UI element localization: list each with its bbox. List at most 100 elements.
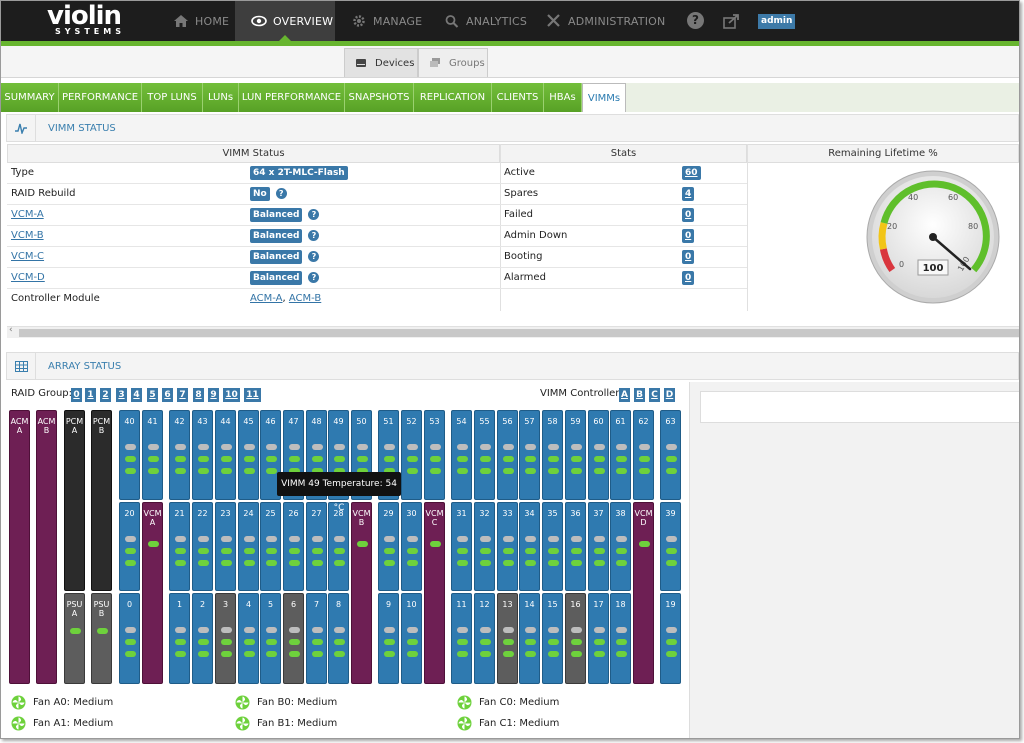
vimm-slot-24[interactable]: 24 (238, 502, 259, 591)
vcm-b-module[interactable]: VCM B (351, 502, 372, 684)
help-icon[interactable]: ? (308, 250, 320, 262)
tab-lun-performance[interactable]: LUN PERFORMANCE (239, 83, 345, 112)
vimm-slot-3[interactable]: 3 (215, 593, 236, 684)
vimm-slot-15[interactable]: 15 (542, 593, 563, 684)
violin-logo[interactable]: violin SYSTEMS (47, 3, 137, 38)
raid-group-9-button[interactable]: 9 (208, 388, 219, 402)
vimm-slot-12[interactable]: 12 (474, 593, 495, 684)
vimm-slot-26[interactable]: 26 (283, 502, 304, 591)
vimm-slot-14[interactable]: 14 (519, 593, 540, 684)
failed-count-link[interactable]: 0 (682, 208, 695, 222)
vimm-slot-6[interactable]: 6 (283, 593, 304, 684)
vimm-slot-25[interactable]: 25 (260, 502, 281, 591)
vimm-slot-33[interactable]: 33 (497, 502, 518, 591)
vcm-c-link[interactable]: VCM-C (11, 251, 44, 262)
user-menu[interactable]: admin (758, 14, 796, 29)
tab-replication[interactable]: REPLICATION (414, 83, 492, 112)
vimm-slot-54[interactable]: 54 (451, 410, 472, 500)
vimm-slot-43[interactable]: 43 (192, 410, 213, 500)
acm-a-module[interactable]: ACM A (9, 410, 30, 684)
help-icon[interactable]: ? (275, 187, 287, 199)
vcm-d-module[interactable]: VCM D (633, 502, 654, 684)
vimm-slot-21[interactable]: 21 (169, 502, 190, 591)
vimm-slot-22[interactable]: 22 (192, 502, 213, 591)
vcm-b-link[interactable]: VCM-B (11, 230, 44, 241)
vimm-slot-59[interactable]: 59 (565, 410, 586, 500)
vimm-slot-42[interactable]: 42 (169, 410, 190, 500)
vimm-slot-29[interactable]: 29 (378, 502, 399, 591)
raid-group-4-button[interactable]: 4 (131, 388, 142, 402)
vimm-slot-0[interactable]: 0 (119, 593, 140, 684)
vimm-slot-2[interactable]: 2 (192, 593, 213, 684)
help-icon[interactable]: ? (308, 229, 320, 241)
vimm-slot-13[interactable]: 13 (497, 593, 518, 684)
vimm-slot-35[interactable]: 35 (542, 502, 563, 591)
vimm-controller-c-button[interactable]: C (649, 388, 660, 402)
vimm-slot-27[interactable]: 27 (306, 502, 327, 591)
tab-luns[interactable]: LUNs (203, 83, 239, 112)
vimm-slot-34[interactable]: 34 (519, 502, 540, 591)
vimm-controller-d-button[interactable]: D (664, 388, 675, 402)
pcm-b-module[interactable]: PCM B (91, 410, 112, 591)
vimm-slot-20[interactable]: 20 (119, 502, 140, 591)
vimm-slot-11[interactable]: 11 (451, 593, 472, 684)
vcm-a-link[interactable]: VCM-A (11, 209, 44, 220)
help-icon[interactable]: ? (687, 12, 704, 29)
vimm-slot-1[interactable]: 1 (169, 593, 190, 684)
vimm-slot-23[interactable]: 23 (215, 502, 236, 591)
vimm-slot-52[interactable]: 52 (401, 410, 422, 500)
alarmed-count-link[interactable]: 0 (682, 271, 695, 285)
help-icon[interactable]: ? (308, 208, 320, 220)
vimm-slot-53[interactable]: 53 (424, 410, 445, 500)
vimm-slot-17[interactable]: 17 (588, 593, 609, 684)
vimm-slot-7[interactable]: 7 (306, 593, 327, 684)
tab-hbas[interactable]: HBAs (544, 83, 582, 112)
nav-manage[interactable]: MANAGE (351, 1, 423, 41)
vimm-slot-58[interactable]: 58 (542, 410, 563, 500)
horizontal-scrollbar[interactable]: ‹ (7, 325, 1019, 338)
tab-vimms[interactable]: VIMMs (582, 83, 626, 112)
share-icon[interactable] (723, 13, 740, 29)
vimm-slot-57[interactable]: 57 (519, 410, 540, 500)
vimm-slot-39[interactable]: 39 (660, 502, 681, 591)
vimm-slot-9[interactable]: 9 (378, 593, 399, 684)
raid-group-2-button[interactable]: 2 (100, 388, 111, 402)
raid-group-8-button[interactable]: 8 (193, 388, 204, 402)
tab-snapshots[interactable]: SNAPSHOTS (345, 83, 414, 112)
tab-performance[interactable]: PERFORMANCE (59, 83, 142, 112)
acm-b-module[interactable]: ACM B (36, 410, 57, 684)
admin-down-count-link[interactable]: 0 (682, 229, 695, 243)
psu-a-module[interactable]: PSU A (64, 593, 85, 684)
raid-group-0-button[interactable]: 0 (71, 388, 82, 402)
tab-top-luns[interactable]: TOP LUNs (142, 83, 203, 112)
nav-overview[interactable]: OVERVIEW (235, 1, 335, 41)
nav-home[interactable]: HOME (173, 1, 233, 41)
vcm-d-link[interactable]: VCM-D (11, 272, 45, 283)
vimm-slot-19[interactable]: 19 (660, 593, 681, 684)
nav-administration[interactable]: ADMINISTRATION (546, 1, 666, 41)
raid-group-3-button[interactable]: 3 (116, 388, 127, 402)
vimm-controller-a-button[interactable]: A (619, 388, 630, 402)
vimm-slot-4[interactable]: 4 (238, 593, 259, 684)
psu-b-module[interactable]: PSU B (91, 593, 112, 684)
raid-group-10-button[interactable]: 10 (223, 388, 240, 402)
vimm-slot-63[interactable]: 63 (660, 410, 681, 500)
raid-group-1-button[interactable]: 1 (85, 388, 96, 402)
scrollbar-thumb[interactable] (19, 329, 1019, 337)
vimm-slot-38[interactable]: 38 (610, 502, 631, 591)
tab-summary[interactable]: SUMMARY (1, 83, 59, 112)
nav-analytics[interactable]: ANALYTICS (444, 1, 529, 41)
vimm-slot-36[interactable]: 36 (565, 502, 586, 591)
acm-a-link[interactable]: ACM-A (250, 293, 283, 304)
pcm-a-module[interactable]: PCM A (64, 410, 85, 591)
vimm-controller-b-button[interactable]: B (634, 388, 645, 402)
tab-clients[interactable]: CLIENTS (492, 83, 544, 112)
vimm-slot-10[interactable]: 10 (401, 593, 422, 684)
vimm-slot-41[interactable]: 41 (142, 410, 163, 500)
spares-count-link[interactable]: 4 (682, 187, 695, 201)
vimm-slot-60[interactable]: 60 (588, 410, 609, 500)
vimm-slot-8[interactable]: 8 (328, 593, 349, 684)
acm-b-link[interactable]: ACM-B (289, 293, 321, 304)
vimm-slot-30[interactable]: 30 (401, 502, 422, 591)
vimm-slot-55[interactable]: 55 (474, 410, 495, 500)
